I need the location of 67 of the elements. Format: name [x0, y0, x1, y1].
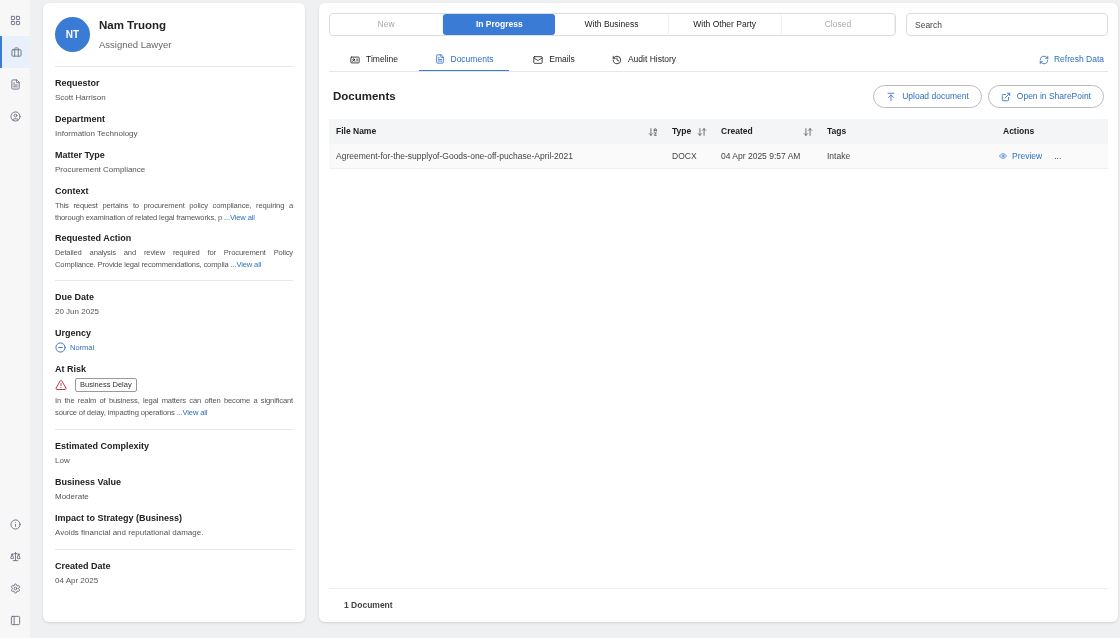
sort-icon	[697, 126, 707, 137]
refresh-icon	[1038, 54, 1049, 65]
info-icon	[9, 518, 21, 530]
card-icon	[350, 54, 361, 65]
user-icon	[9, 110, 21, 122]
refresh-button[interactable]: Refresh Data	[1038, 53, 1108, 66]
sort-icon	[648, 126, 658, 137]
field-value: Information Technology	[55, 128, 139, 139]
document-count: 1 Document	[344, 599, 393, 612]
column-header[interactable]: Type	[665, 125, 714, 138]
table-cell-text: 04 Apr 2025 9:57 AM	[720, 149, 802, 163]
field-label: Estimated Complexity	[55, 440, 151, 452]
field-label: Due Date	[55, 292, 95, 303]
field-label: Requestor	[55, 78, 101, 89]
field-value: 20 Jun 2025	[55, 306, 101, 317]
field-label: At Risk	[55, 364, 87, 376]
search-field[interactable]: Search	[906, 13, 1108, 36]
grid-icon	[9, 14, 21, 26]
tab[interactable]: Documents	[419, 48, 509, 71]
field-value: Low	[55, 454, 71, 466]
tab[interactable]: Audit History	[599, 48, 689, 71]
field-label: Created Date	[55, 560, 112, 572]
field-label: Context	[55, 186, 90, 197]
external-link-icon	[1000, 91, 1011, 102]
lawyer-name: Nam Truong	[99, 18, 168, 34]
field-label: Urgency	[55, 328, 92, 339]
history-icon	[611, 54, 622, 65]
warning-icon	[55, 378, 67, 391]
avatar: NT	[55, 17, 90, 52]
table-cell-text: DOCX	[671, 149, 698, 163]
tab[interactable]: Timeline	[329, 48, 419, 71]
status-tab[interactable]: With Other Party	[668, 14, 782, 35]
field-label: Impact to Strategy (Business)	[55, 512, 184, 524]
column-header[interactable]: Actions	[996, 125, 1108, 138]
field-value: Moderate	[55, 490, 90, 502]
field-label: Matter Type	[55, 150, 106, 161]
sort-icon	[803, 126, 813, 137]
status-tab[interactable]: In Progress	[443, 14, 556, 35]
mail-icon	[533, 54, 544, 65]
minus-circle-icon	[55, 342, 66, 354]
field-value: Procurement Compliance	[55, 164, 147, 175]
lawyer-role: Assigned Lawyer	[99, 37, 172, 52]
field-value: Scott Harrison	[55, 92, 107, 103]
table-cell-text: Intake	[826, 149, 852, 163]
document-icon	[434, 54, 445, 64]
document-icon	[9, 78, 21, 90]
table-cell-text: Agreement-for-the-supplyof-Goods-one-off-puchase-April-2021	[335, 149, 575, 163]
field-label: Business Value	[55, 476, 123, 488]
field-value: Avoids financial and reputational damage.	[55, 526, 205, 538]
section-title: Documents	[333, 88, 396, 104]
tab[interactable]: Emails	[509, 48, 599, 71]
settings-icon	[9, 582, 21, 594]
eye-icon	[999, 152, 1007, 160]
scale-icon	[9, 550, 21, 562]
panel-icon	[9, 614, 21, 626]
sidebar-item[interactable]	[0, 36, 30, 68]
field-label: Department	[55, 114, 106, 125]
briefcase-icon	[10, 46, 22, 58]
field-value: 04 Apr 2025	[55, 574, 100, 586]
preview-link[interactable]: Preview	[999, 149, 1043, 163]
more-button[interactable]: ...	[1054, 149, 1062, 163]
status-tab[interactable]: With Business	[555, 14, 669, 35]
column-header[interactable]: File Name	[329, 125, 665, 138]
upload-icon	[886, 91, 897, 102]
column-header[interactable]: Tags	[820, 125, 996, 138]
column-header[interactable]: Created	[714, 125, 820, 138]
field-label: Requested Action	[55, 233, 133, 244]
